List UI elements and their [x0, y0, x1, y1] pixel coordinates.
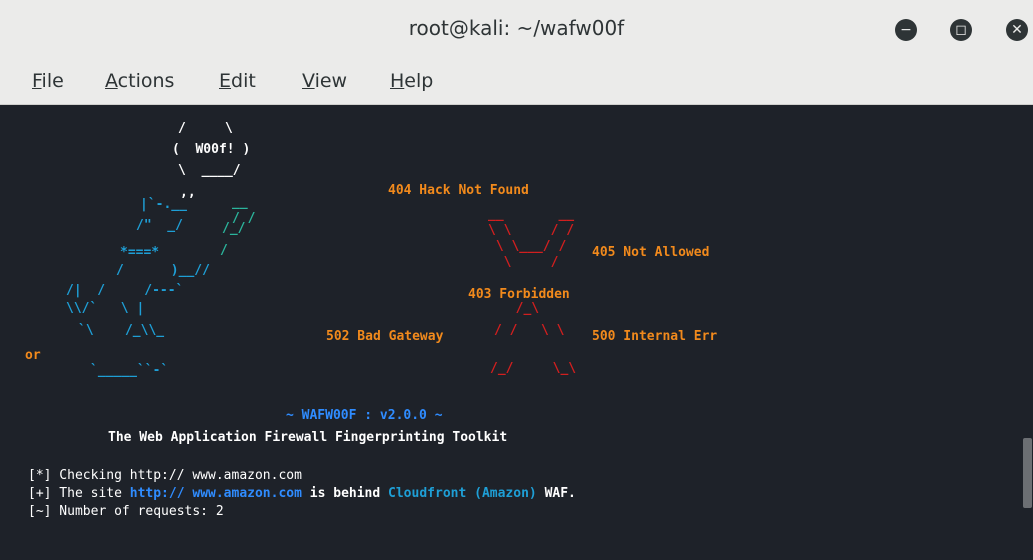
dog-ascii-art: / )__// [116, 263, 210, 278]
label-404: 404 Hack Not Found [388, 183, 529, 198]
maximize-button[interactable]: ◻ [950, 19, 972, 41]
label-or: or [25, 348, 41, 363]
dog-ascii-art: |`-.__ [140, 197, 187, 212]
dog-ascii-art: /_/ [222, 221, 246, 236]
terminal-output[interactable]: / \ ( W00f! ) \ ____/ ,, |`-.__ __ / / /… [0, 105, 1022, 560]
dog-ascii-art: /" _/ [136, 218, 183, 233]
red-x-ascii-art: /_\ [500, 301, 540, 316]
scrollbar[interactable] [1022, 105, 1033, 560]
red-x-ascii-art: __ __ \ \ / / \ \___/ / \ / [488, 207, 575, 270]
maximize-icon: ◻ [955, 22, 967, 38]
dog-ascii-art: `_____``-` [90, 363, 169, 378]
output-line-result: [+] The site http:// www.amazon.com is b… [28, 486, 576, 501]
menu-bar: File Actions Edit View Help [0, 58, 1033, 105]
close-icon: ✕ [1011, 22, 1023, 38]
menu-actions[interactable]: Actions [105, 70, 174, 92]
scrollbar-thumb[interactable] [1023, 438, 1032, 508]
output-line-checking: [*] Checking http:// www.amazon.com [28, 468, 302, 483]
result-waf: Cloudfront (Amazon) [388, 486, 537, 501]
close-button[interactable]: ✕ [1006, 19, 1028, 41]
menu-help[interactable]: Help [390, 70, 433, 92]
label-502: 502 Bad Gateway [326, 329, 444, 344]
title-bar[interactable]: root@kali: ~/wafw00f − ◻ ✕ [0, 0, 1033, 58]
dog-ascii-art: `\ /_\\_ [78, 323, 165, 338]
menu-view[interactable]: View [302, 70, 347, 92]
dog-ascii-art: \\/` \ | [66, 301, 145, 316]
dog-ascii-art: /| / /---` [66, 283, 184, 298]
red-x-ascii-art: / / \ \ [494, 323, 565, 338]
speech-bubble-text: ( W00f! ) [172, 142, 251, 157]
label-405: 405 Not Allowed [592, 245, 710, 260]
label-500: 500 Internal Err [592, 329, 718, 344]
minimize-button[interactable]: − [895, 19, 917, 41]
red-x-ascii-art: /_/ \_\ [490, 361, 577, 376]
output-line-requests: [~] Number of requests: 2 [28, 504, 224, 519]
menu-file[interactable]: File [32, 70, 64, 92]
result-url: http:// www.amazon.com [129, 486, 302, 501]
label-403: 403 Forbidden [468, 287, 570, 302]
speech-bubble-top: / \ [178, 121, 233, 136]
minimize-icon: − [900, 22, 912, 38]
dog-ascii-art: *===* [120, 245, 160, 260]
tagline: The Web Application Firewall Fingerprint… [108, 430, 508, 445]
version-line: ~ WAFW00F : v2.0.0 ~ [286, 408, 443, 423]
menu-edit[interactable]: Edit [219, 70, 256, 92]
window-title: root@kali: ~/wafw00f [408, 16, 625, 40]
speech-bubble-bottom: \ ____/ [178, 163, 241, 178]
terminal-window: root@kali: ~/wafw00f − ◻ ✕ File Actions … [0, 0, 1033, 560]
dog-ascii-art: / [220, 243, 228, 258]
